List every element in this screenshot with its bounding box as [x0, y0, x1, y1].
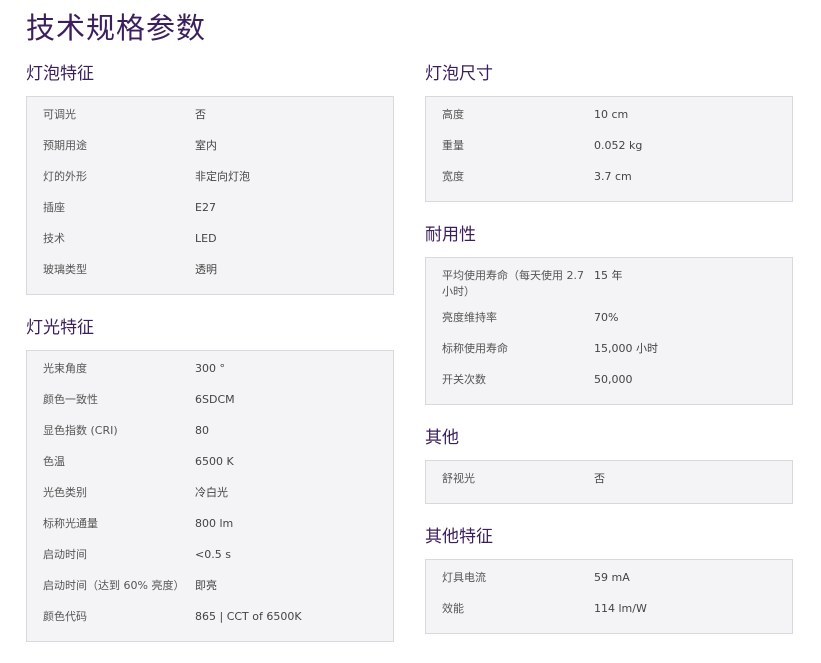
spec-value: 6500 K: [195, 455, 234, 468]
spec-row-eye-comfort: 舒视光 否: [426, 466, 792, 497]
right-column: 灯泡尺寸 高度 10 cm 重量 0.052 kg 宽度 3.7 cm 耐用性 平均使…: [425, 62, 793, 655]
section-durability: 耐用性 平均使用寿命（每天使用 2.7 小时） 15 年 亮度维持率 70% 标称使…: [425, 223, 793, 405]
spec-row-socket: 插座 E27: [27, 195, 393, 226]
spec-row-efficacy: 效能 114 lm/W: [426, 596, 792, 627]
spec-label: 光色类别: [43, 486, 87, 499]
spec-label: 亮度维持率: [442, 311, 497, 324]
section-title: 其他: [425, 428, 459, 448]
spec-value: 3.7 cm: [594, 170, 632, 183]
spec-row-nominal-lifetime: 标称使用寿命 15,000 小时: [426, 336, 792, 367]
section-other: 其他 舒视光 否: [425, 426, 793, 504]
spec-table: 舒视光 否: [425, 460, 793, 504]
spec-label: 色温: [43, 455, 65, 468]
section-title: 灯泡特征: [26, 64, 94, 84]
spec-row-height: 高度 10 cm: [426, 102, 792, 133]
spec-row-beam-angle: 光束角度 300 °: [27, 356, 393, 387]
section-title: 灯泡尺寸: [425, 64, 493, 84]
spec-label: 玻璃类型: [43, 263, 87, 276]
spec-label: 技术: [43, 232, 65, 245]
spec-value: 114 lm/W: [594, 602, 647, 615]
spec-value: 15 年: [594, 269, 623, 282]
spec-row-intended-use: 预期用途 室内: [27, 133, 393, 164]
spec-label: 插座: [43, 201, 65, 214]
section-bulb-features: 灯泡特征 可调光 否 预期用途 室内 灯的外形 非定向灯泡 插座 E27 技术 LED 玻…: [26, 62, 394, 295]
spec-row-dimmable: 可调光 否: [27, 102, 393, 133]
spec-value: 透明: [195, 263, 217, 276]
spec-label: 启动时间: [43, 548, 87, 561]
spec-row-light-color: 光色类别 冷白光: [27, 480, 393, 511]
spec-label: 宽度: [442, 170, 464, 183]
spec-value: LED: [195, 232, 217, 245]
section-other-features: 其他特征 灯具电流 59 mA 效能 114 lm/W: [425, 525, 793, 634]
spec-value: 80: [195, 424, 209, 437]
spec-table: 可调光 否 预期用途 室内 灯的外形 非定向灯泡 插座 E27 技术 LED 玻璃类型 透明: [26, 96, 394, 295]
spec-row-switch-cycles: 开关次数 50,000: [426, 367, 792, 398]
spec-value: 865 | CCT of 6500K: [195, 610, 302, 623]
spec-value: 否: [195, 108, 206, 121]
section-title: 耐用性: [425, 225, 476, 245]
spec-label: 效能: [442, 602, 464, 615]
section-title: 其他特征: [425, 527, 493, 547]
spec-row-color-consistency: 颜色一致性 6SDCM: [27, 387, 393, 418]
spec-row-color-temperature: 色温 6500 K: [27, 449, 393, 480]
section-bulb-dimensions: 灯泡尺寸 高度 10 cm 重量 0.052 kg 宽度 3.7 cm: [425, 62, 793, 202]
spec-row-lumen-maintenance: 亮度维持率 70%: [426, 305, 792, 336]
spec-label: 重量: [442, 139, 464, 152]
spec-table: 光束角度 300 ° 颜色一致性 6SDCM 显色指数 (CRI) 80 色温 6500…: [26, 350, 394, 642]
spec-value: 50,000: [594, 373, 633, 386]
spec-label: 灯的外形: [43, 170, 87, 183]
spec-table: 平均使用寿命（每天使用 2.7 小时） 15 年 亮度维持率 70% 标称使用寿命 1…: [425, 257, 793, 405]
spec-row-color-code: 颜色代码 865 | CCT of 6500K: [27, 604, 393, 635]
spec-label: 颜色一致性: [43, 393, 98, 406]
spec-row-warmup-time: 启动时间（达到 60% 亮度） 即亮: [27, 573, 393, 604]
spec-value: 否: [594, 472, 605, 485]
spec-value: 非定向灯泡: [195, 170, 250, 183]
spec-label: 可调光: [43, 108, 76, 121]
spec-row-average-lifetime: 平均使用寿命（每天使用 2.7 小时） 15 年: [426, 263, 792, 305]
spec-value: 10 cm: [594, 108, 629, 121]
spec-label: 舒视光: [442, 472, 475, 485]
spec-label: 标称使用寿命: [442, 342, 508, 355]
spec-row-luminous-flux: 标称光通量 800 lm: [27, 511, 393, 542]
spec-table: 高度 10 cm 重量 0.052 kg 宽度 3.7 cm: [425, 96, 793, 202]
page-title: 技术规格参数: [26, 11, 207, 45]
spec-label: 光束角度: [43, 362, 87, 375]
spec-row-weight: 重量 0.052 kg: [426, 133, 792, 164]
spec-value: 室内: [195, 139, 217, 152]
left-column: 灯泡特征 可调光 否 预期用途 室内 灯的外形 非定向灯泡 插座 E27 技术 LED 玻…: [26, 62, 394, 663]
spec-value: E27: [195, 201, 216, 214]
spec-row-start-time: 启动时间 <0.5 s: [27, 542, 393, 573]
spec-label: 开关次数: [442, 373, 486, 386]
spec-label: 启动时间（达到 60% 亮度）: [43, 579, 185, 592]
spec-value: 70%: [594, 311, 619, 324]
spec-label: 预期用途: [43, 139, 87, 152]
spec-value: 800 lm: [195, 517, 234, 530]
spec-row-technology: 技术 LED: [27, 226, 393, 257]
spec-table: 灯具电流 59 mA 效能 114 lm/W: [425, 559, 793, 634]
spec-row-width: 宽度 3.7 cm: [426, 164, 792, 195]
spec-value: 即亮: [195, 579, 217, 592]
spec-value: 6SDCM: [195, 393, 235, 406]
spec-value: 冷白光: [195, 486, 228, 499]
spec-value: 0.052 kg: [594, 139, 643, 152]
spec-value: <0.5 s: [195, 548, 231, 561]
spec-row-lamp-shape: 灯的外形 非定向灯泡: [27, 164, 393, 195]
spec-value: 300 °: [195, 362, 225, 375]
spec-value: 59 mA: [594, 571, 630, 584]
spec-label: 标称光通量: [43, 517, 98, 530]
section-light-features: 灯光特征 光束角度 300 ° 颜色一致性 6SDCM 显色指数 (CRI) 80 色…: [26, 316, 394, 642]
spec-label: 高度: [442, 108, 464, 121]
spec-value: 15,000 小时: [594, 342, 658, 355]
spec-row-glass-type: 玻璃类型 透明: [27, 257, 393, 288]
section-title: 灯光特征: [26, 318, 94, 338]
spec-label: 显色指数 (CRI): [43, 424, 118, 437]
spec-label: 颜色代码: [43, 610, 87, 623]
spec-label: 灯具电流: [442, 571, 486, 584]
spec-row-lamp-current: 灯具电流 59 mA: [426, 565, 792, 596]
spec-label: 平均使用寿命（每天使用 2.7 小时）: [442, 269, 584, 298]
spec-row-cri: 显色指数 (CRI) 80: [27, 418, 393, 449]
